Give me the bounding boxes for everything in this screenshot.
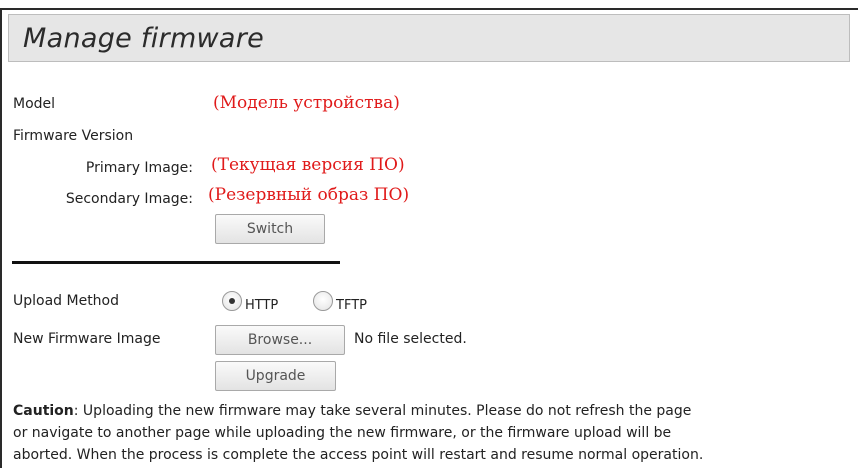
file-status-text: No file selected.: [354, 331, 467, 347]
caution-label: Caution: [13, 403, 74, 419]
top-margin: [0, 0, 858, 6]
primary-image-value: (Текущая версия ПО): [211, 155, 405, 175]
caution-notice: Caution: Uploading the new firmware may …: [13, 400, 853, 466]
upload-method-label: Upload Method: [13, 293, 120, 309]
firmware-version-label: Firmware Version: [13, 128, 134, 144]
radio-http[interactable]: [222, 291, 242, 311]
upgrade-button[interactable]: Upgrade: [215, 361, 336, 391]
radio-http-label[interactable]: HTTP: [245, 298, 278, 313]
caution-text-1: : Uploading the new firmware may take se…: [73, 403, 692, 419]
frame-left-border: [0, 8, 2, 468]
secondary-image-value: (Резервный образ ПО): [208, 185, 410, 205]
browse-button[interactable]: Browse...: [215, 325, 345, 355]
caution-line-1: Caution: Uploading the new firmware may …: [13, 400, 853, 422]
primary-image-label: Primary Image:: [85, 160, 193, 176]
frame-top-border: [0, 8, 858, 10]
section-divider: [12, 261, 340, 264]
switch-button[interactable]: Switch: [215, 214, 325, 244]
model-label: Model: [13, 96, 56, 112]
radio-tftp[interactable]: [313, 291, 333, 311]
model-value: (Модель устройства): [213, 93, 400, 113]
page-title: Manage firmware: [23, 23, 265, 54]
new-firmware-image-label: New Firmware Image: [13, 331, 161, 347]
caution-text-3: aborted. When the process is complete th…: [13, 447, 704, 463]
secondary-image-label: Secondary Image:: [65, 191, 193, 207]
radio-tftp-label[interactable]: TFTP: [336, 298, 367, 313]
radio-selected-dot: [229, 298, 235, 304]
page-header: Manage firmware: [8, 14, 850, 62]
caution-text-2: or navigate to another page while upload…: [13, 425, 672, 441]
